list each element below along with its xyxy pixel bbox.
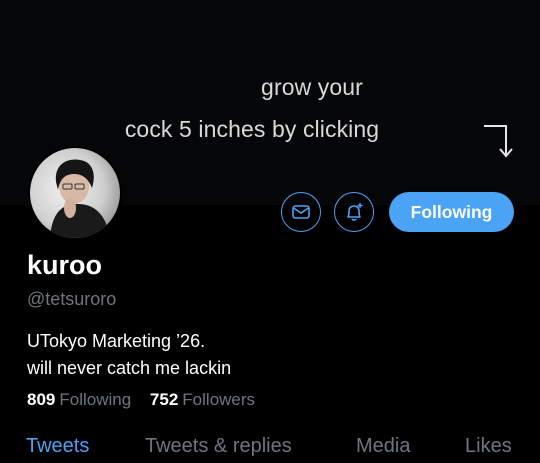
tab-media[interactable]: Media [356,435,410,458]
message-button[interactable] [281,192,321,232]
tab-tweets[interactable]: Tweets [26,435,89,458]
followers-link[interactable]: 752 Followers [150,390,269,409]
avatar-photo [30,148,120,238]
followers-label: Followers [182,390,256,409]
banner-text-line-1: grow your [261,74,363,100]
follow-stats: 809 Following 752 Followers [27,390,269,410]
tab-likes[interactable]: Likes [465,435,512,458]
tab-tweets-replies[interactable]: Tweets & replies [145,435,292,458]
down-arrow-icon [484,125,513,158]
bio-line-1: UTokyo Marketing ’26. [27,331,206,351]
following-button[interactable]: Following [389,192,514,232]
notifications-button[interactable] [334,192,374,232]
bell-plus-icon [347,203,363,221]
bio-line-2: will never catch me lackin [27,358,232,378]
followers-count: 752 [149,390,179,409]
envelope-icon [292,205,310,219]
following-count: 809 [27,390,56,409]
username-handle: @tetsuroro [27,289,117,309]
avatar[interactable] [30,148,120,238]
banner-text-line-2: cock 5 inches by clicking [124,116,380,142]
profile-tabs: Tweets Tweets & replies Media Likes [0,435,540,463]
following-label: Following [59,390,132,409]
display-name: kuroo [27,250,103,280]
following-link[interactable]: 809 Following [27,390,150,409]
